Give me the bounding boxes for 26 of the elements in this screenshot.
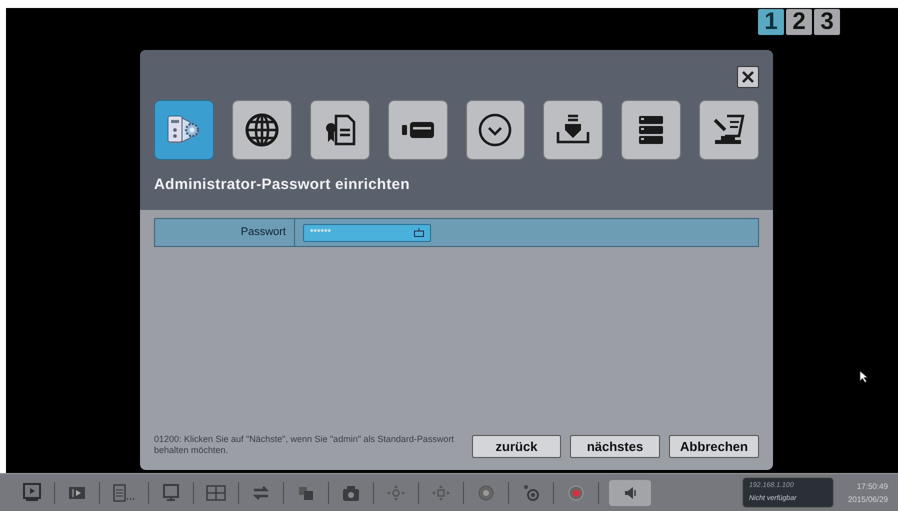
- category-tab[interactable]: [154, 100, 214, 160]
- close-icon: [741, 70, 755, 84]
- dialog-button[interactable]: zurück: [472, 435, 561, 458]
- clock-date: 2015/06/29: [848, 494, 888, 506]
- category-tab[interactable]: [388, 100, 448, 160]
- close-button[interactable]: [737, 66, 759, 88]
- dialog-button[interactable]: Abbrechen: [669, 435, 759, 458]
- category-tab[interactable]: [543, 100, 604, 160]
- category-tab[interactable]: [466, 100, 526, 160]
- category-tab[interactable]: [621, 100, 682, 160]
- page-tab[interactable]: 3: [814, 9, 840, 35]
- category-tab[interactable]: [310, 100, 370, 160]
- page-tab[interactable]: 2: [786, 9, 812, 35]
- page-tab[interactable]: 1: [758, 9, 784, 35]
- field-label: Passwort: [240, 225, 286, 240]
- play-monitor-icon: [20, 482, 44, 504]
- category-tab[interactable]: [699, 100, 759, 160]
- list-icon: [111, 482, 137, 504]
- dialog-title: Administrator-Passwort einrichten: [154, 175, 411, 195]
- clock-time: 17:50:49: [856, 480, 888, 492]
- category-tab[interactable]: [232, 100, 292, 160]
- hint-text: 01200: Klicken Sie auf "Nächste", wenn Sie "admin" als Standard-Passwort behalten möchten.: [154, 434, 455, 456]
- toolbar-button[interactable]: [609, 480, 651, 506]
- keyboard-icon[interactable]: [414, 228, 424, 237]
- mouse-cursor-icon: [859, 370, 869, 383]
- dialog-button[interactable]: nächstes: [570, 435, 660, 458]
